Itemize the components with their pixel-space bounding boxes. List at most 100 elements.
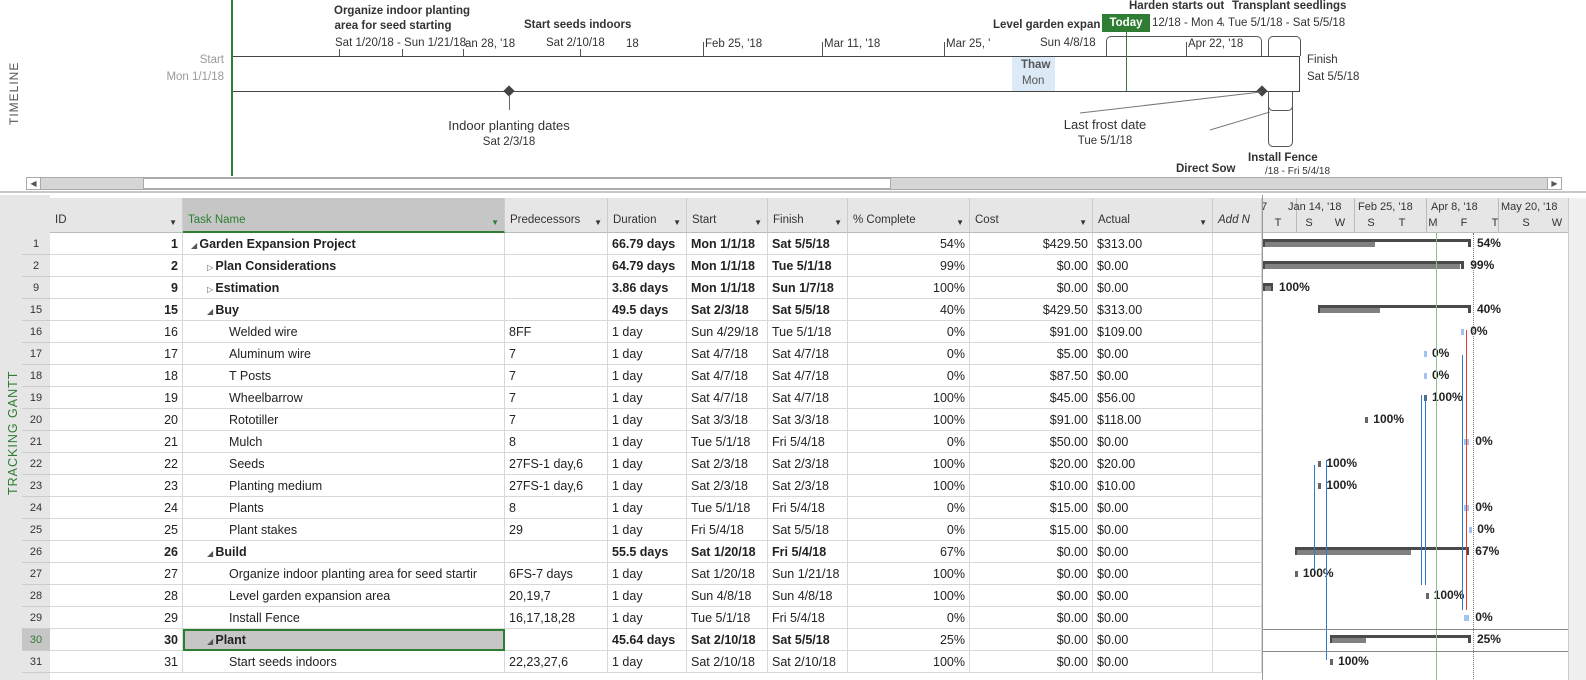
timeline-scrollbar[interactable]: ◀ ▶: [26, 177, 1562, 190]
cell-dur[interactable]: 1 day: [608, 343, 687, 365]
cell-cost[interactable]: $91.00: [970, 321, 1093, 343]
cell-finish[interactable]: Tue 5/1/18: [768, 321, 848, 343]
cell-pred[interactable]: 20,19,7: [505, 585, 608, 607]
cell-pct[interactable]: 0%: [848, 343, 970, 365]
cell-cost[interactable]: $10.00: [970, 475, 1093, 497]
cell-dur[interactable]: 1 day: [608, 387, 687, 409]
cell-pct[interactable]: 100%: [848, 651, 970, 673]
column-dropdown-icon[interactable]: ▼: [673, 218, 681, 227]
task-bar[interactable]: [1425, 593, 1429, 599]
cell-start[interactable]: Sun 4/29/18: [687, 321, 768, 343]
scroll-left-arrow-icon[interactable]: ◀: [27, 178, 41, 189]
cell-name[interactable]: Aluminum wire: [183, 343, 505, 365]
cell-dur[interactable]: 1 day: [608, 409, 687, 431]
cell-name[interactable]: ◢ Buy: [183, 299, 505, 321]
cell-name[interactable]: T Posts: [183, 365, 505, 387]
task-bar[interactable]: [1423, 351, 1427, 357]
cell-name[interactable]: ▷ Plan Considerations: [183, 255, 505, 277]
cell-pct[interactable]: 100%: [848, 277, 970, 299]
cell-actual[interactable]: $0.00: [1093, 563, 1213, 585]
scrollbar-thumb[interactable]: [143, 178, 891, 189]
cell-pred[interactable]: 6FS-7 days: [505, 563, 608, 585]
cell-finish[interactable]: Fri 5/4/18: [768, 497, 848, 519]
task-bar[interactable]: [1464, 615, 1470, 621]
cell-finish[interactable]: Fri 5/4/18: [768, 541, 848, 563]
cell-id[interactable]: 21: [50, 431, 183, 453]
cell-id[interactable]: 18: [50, 365, 183, 387]
row-header[interactable]: 24: [22, 497, 50, 519]
cell-name[interactable]: ▷ Estimation: [183, 277, 505, 299]
cell-dur[interactable]: 55.5 days: [608, 541, 687, 563]
cell-actual[interactable]: $109.00: [1093, 321, 1213, 343]
row-header[interactable]: 16: [22, 321, 50, 343]
cell-start[interactable]: Sat 1/20/18: [687, 541, 768, 563]
cell-id[interactable]: 24: [50, 497, 183, 519]
cell-pred[interactable]: [505, 299, 608, 321]
timeline-task-name[interactable]: Transplant seedlings: [1232, 0, 1346, 12]
column-dropdown-icon[interactable]: ▼: [834, 218, 842, 227]
row-header[interactable]: 9: [22, 277, 50, 299]
cell-id[interactable]: 29: [50, 607, 183, 629]
cell-dur[interactable]: 1 day: [608, 453, 687, 475]
cell-finish[interactable]: Sat 4/7/18: [768, 365, 848, 387]
cell-actual[interactable]: $0.00: [1093, 607, 1213, 629]
timeline-callout-name[interactable]: Direct Sow: [1176, 163, 1235, 175]
cell-pred[interactable]: 22,23,27,6: [505, 651, 608, 673]
cell-finish[interactable]: Sat 2/3/18: [768, 453, 848, 475]
cell-actual[interactable]: $0.00: [1093, 519, 1213, 541]
cell-id[interactable]: 17: [50, 343, 183, 365]
cell-finish[interactable]: Sat 5/5/18: [768, 519, 848, 541]
cell-dur[interactable]: 1 day: [608, 585, 687, 607]
cell-id[interactable]: 9: [50, 277, 183, 299]
timeline-pane[interactable]: TIMELINE Start Mon 1/1/18 Finish Sat 5/5…: [0, 0, 1586, 193]
column-header-dur[interactable]: Duration ▼: [608, 198, 687, 233]
cell-id[interactable]: 2: [50, 255, 183, 277]
cell-start[interactable]: Sat 4/7/18: [687, 365, 768, 387]
column-header-finish[interactable]: Finish ▼: [768, 198, 848, 233]
cell-pct[interactable]: 0%: [848, 497, 970, 519]
cell-pct[interactable]: 67%: [848, 541, 970, 563]
column-dropdown-icon[interactable]: ▼: [1199, 218, 1207, 227]
cell-actual[interactable]: $10.00: [1093, 475, 1213, 497]
cell-cost[interactable]: $87.50: [970, 365, 1093, 387]
cell-start[interactable]: Sat 1/20/18: [687, 563, 768, 585]
cell-start[interactable]: Sat 3/3/18: [687, 409, 768, 431]
cell-start[interactable]: Mon 1/1/18: [687, 255, 768, 277]
cell-actual[interactable]: $313.00: [1093, 233, 1213, 255]
row-header[interactable]: 2: [22, 255, 50, 277]
cell-start[interactable]: Sun 4/8/18: [687, 585, 768, 607]
cell-cost[interactable]: $45.00: [970, 387, 1093, 409]
row-header[interactable]: 31: [22, 651, 50, 673]
cell-dur[interactable]: 45.64 days: [608, 629, 687, 651]
cell-name[interactable]: Planting medium: [183, 475, 505, 497]
cell-name[interactable]: Mulch: [183, 431, 505, 453]
cell-finish[interactable]: Sat 3/3/18: [768, 409, 848, 431]
gantt-chart[interactable]: '7 Jan 14, '18 Feb 25, '18 Apr 8, '18 May 20…: [1262, 195, 1568, 680]
timeline-callout-box[interactable]: [1268, 91, 1293, 147]
cell-name[interactable]: Wheelbarrow: [183, 387, 505, 409]
cell-actual[interactable]: $20.00: [1093, 453, 1213, 475]
cell-pct[interactable]: 100%: [848, 475, 970, 497]
task-bar[interactable]: [1365, 417, 1369, 423]
row-header[interactable]: 26: [22, 541, 50, 563]
cell-pct[interactable]: 0%: [848, 431, 970, 453]
row-header[interactable]: 18: [22, 365, 50, 387]
row-header[interactable]: 1: [22, 233, 50, 255]
cell-pred[interactable]: 29: [505, 519, 608, 541]
cell-finish[interactable]: Fri 5/4/18: [768, 607, 848, 629]
cell-id[interactable]: 1: [50, 233, 183, 255]
row-header[interactable]: 30: [22, 629, 50, 651]
column-header-add[interactable]: Add N: [1213, 198, 1262, 233]
cell-pct[interactable]: 100%: [848, 409, 970, 431]
cell-start[interactable]: Tue 5/1/18: [687, 497, 768, 519]
cell-pred[interactable]: 7: [505, 343, 608, 365]
timeline-task-name[interactable]: Harden starts outs: [1129, 0, 1224, 12]
cell-start[interactable]: Sat 4/7/18: [687, 387, 768, 409]
row-header[interactable]: 27: [22, 563, 50, 585]
cell-finish[interactable]: Sat 2/10/18: [768, 651, 848, 673]
cell-name[interactable]: Plant stakes: [183, 519, 505, 541]
cell-dur[interactable]: 49.5 days: [608, 299, 687, 321]
cell-cost[interactable]: $0.00: [970, 607, 1093, 629]
cell-actual[interactable]: $0.00: [1093, 629, 1213, 651]
cell-cost[interactable]: $20.00: [970, 453, 1093, 475]
